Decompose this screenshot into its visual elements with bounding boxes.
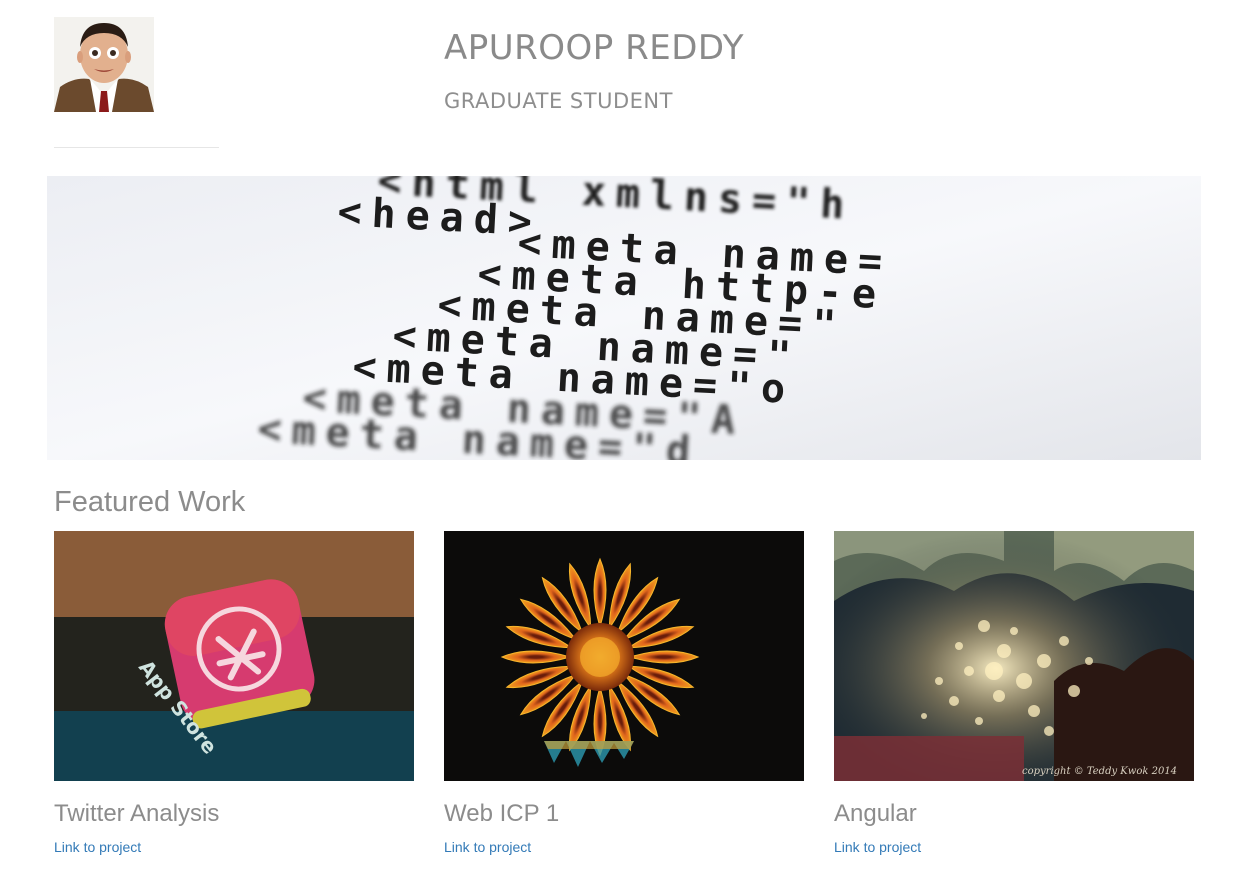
hero-banner-image: <html xmlns="h <head> <meta name= <meta htt… <box>47 176 1201 460</box>
bokeh-light <box>949 696 959 706</box>
bokeh-light <box>1010 627 1018 635</box>
bokeh-light <box>921 713 927 719</box>
bokeh-light <box>935 677 943 685</box>
header-divider <box>54 147 219 148</box>
bokeh-light <box>1068 685 1080 697</box>
bokeh-light <box>1016 673 1032 689</box>
bokeh-light <box>1085 657 1093 665</box>
featured-work-heading: Featured Work <box>54 486 246 518</box>
project-title: Angular <box>834 800 917 827</box>
bokeh-light <box>985 662 1003 680</box>
bokeh-light <box>1037 654 1051 668</box>
profile-avatar <box>54 17 154 112</box>
project-link[interactable]: Link to project <box>444 839 531 855</box>
project-card: Web ICP 1 Link to project <box>444 531 804 857</box>
profile-subtitle: GRADUATE STUDENT <box>444 89 673 113</box>
project-thumbnail[interactable]: App Store <box>54 531 414 781</box>
bokeh-light <box>975 717 983 725</box>
project-title: Twitter Analysis <box>54 800 220 827</box>
project-thumbnail[interactable] <box>444 531 804 781</box>
bokeh-light <box>1028 705 1040 717</box>
bokeh-light <box>993 690 1005 702</box>
bokeh-light <box>1059 636 1069 646</box>
bokeh-light <box>1044 726 1054 736</box>
bokeh-light <box>955 642 963 650</box>
bokeh-light <box>964 666 974 676</box>
project-card: App Store Twitter Analysis Link to proje… <box>54 531 414 857</box>
project-title: Web ICP 1 <box>444 800 560 827</box>
profile-name: APUROOP REDDY <box>444 28 744 68</box>
project-card: copyright © Teddy Kwok 2014 Angular Link… <box>834 531 1194 857</box>
project-link[interactable]: Link to project <box>834 839 921 855</box>
bokeh-light <box>997 644 1011 658</box>
image-copyright: copyright © Teddy Kwok 2014 <box>1022 766 1177 777</box>
project-thumbnail[interactable]: copyright © Teddy Kwok 2014 <box>834 531 1194 781</box>
bokeh-light <box>978 620 990 632</box>
project-link[interactable]: Link to project <box>54 839 141 855</box>
